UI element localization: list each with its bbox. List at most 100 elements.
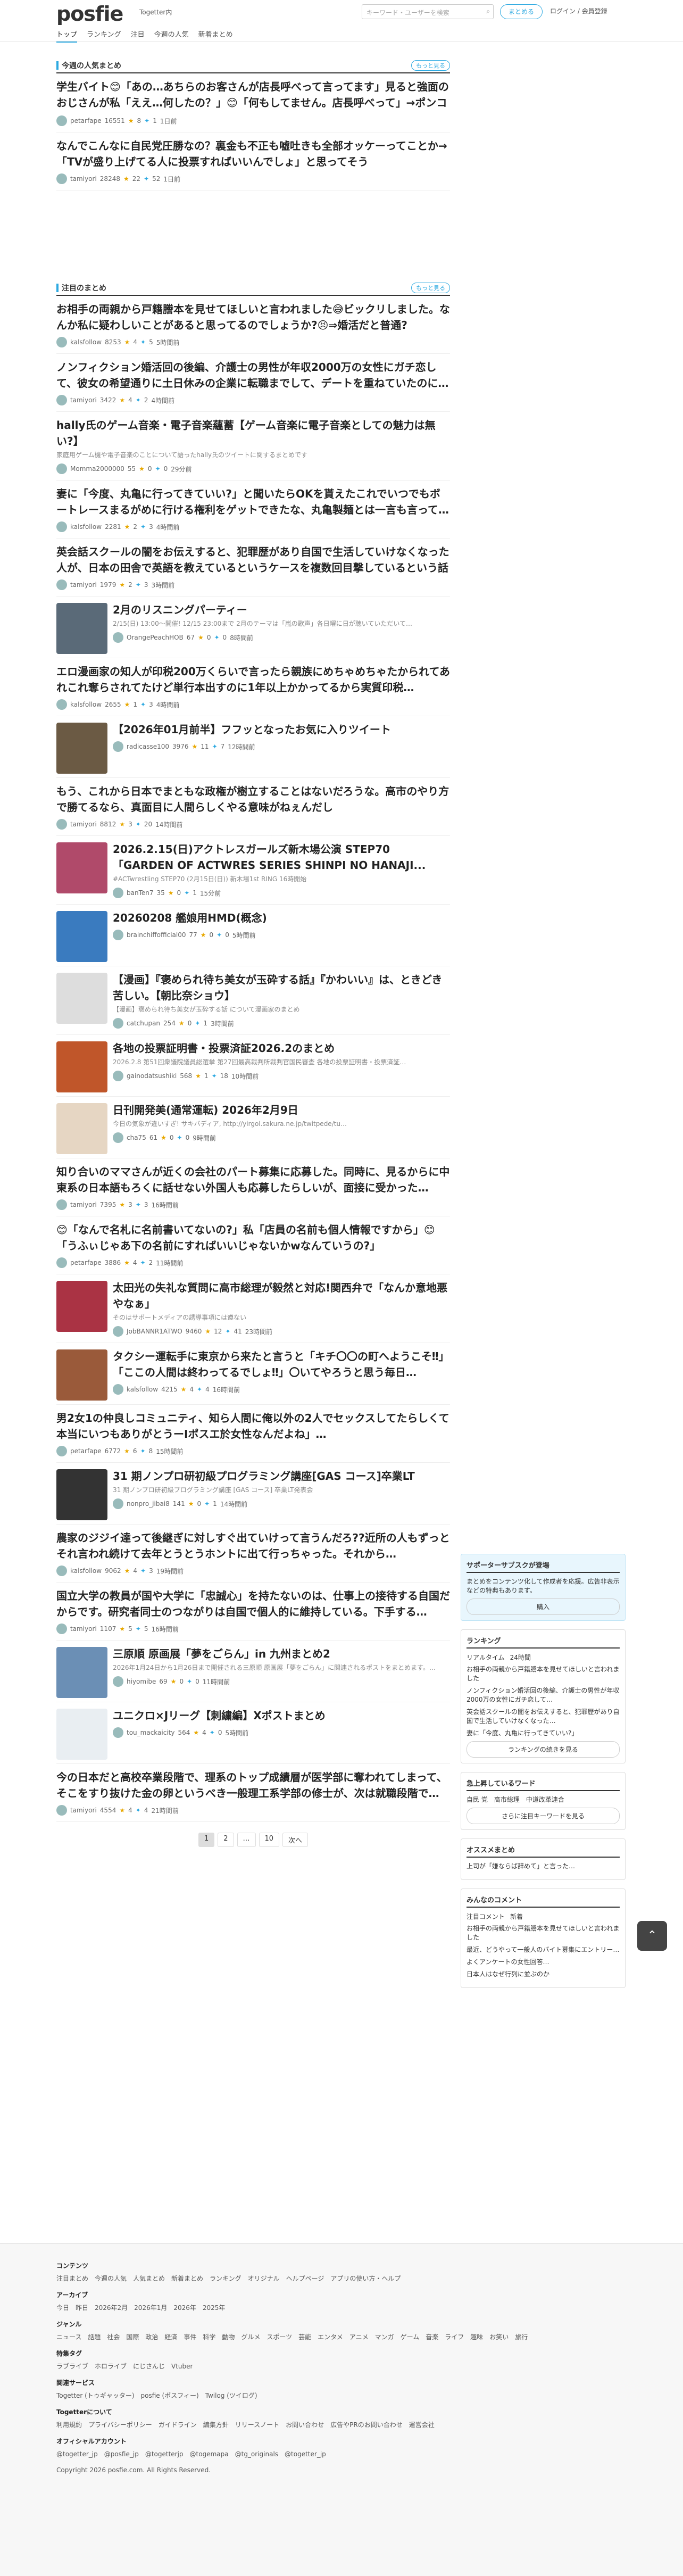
user-name[interactable]: Momma2000000: [70, 465, 124, 473]
matome-title[interactable]: 農家のジジイ達って後継ぎに対しすぐ出ていけって言うんだろ??近所の人もずっとそれ…: [56, 1530, 450, 1562]
avatar[interactable]: [56, 173, 67, 184]
ranking-item[interactable]: 妻に「今度、丸亀に行ってきていい?」: [467, 1729, 620, 1738]
matome-title[interactable]: もう、これから日本でまともな政権が樹立することはないだろうな。高市のやり方で勝て…: [56, 783, 450, 815]
list-item[interactable]: 【2026年01月前半】フフッとなったお気に入りツイート radicasse100…: [56, 716, 450, 778]
matome-title[interactable]: お相手の両親から戸籍謄本を見せてほしいと言われました😅ビックリしました。なんか私…: [56, 301, 450, 333]
avatar[interactable]: [113, 1727, 123, 1738]
footer-about-links[interactable]: 利用規約 プライバシーポリシー ガイドライン 編集方針 リリースノート お問い合…: [56, 2420, 627, 2430]
user-name[interactable]: kalsfollow: [70, 338, 102, 346]
comment-tab-featured[interactable]: 注目コメント: [467, 1912, 505, 1921]
ranking-tab-realtime[interactable]: リアルタイム: [467, 1653, 505, 1662]
matome-title[interactable]: 知り合いのママさんが近くの会社のパート募集に応募した。同時に、見るからに中東系の…: [56, 1164, 450, 1196]
matome-title[interactable]: ユニクロ×Jリーグ【刺繍編】Xポストまとめ: [113, 1708, 450, 1724]
list-item[interactable]: 三原順 原画展「夢をごらん」in 九州まとめ2 2026年1月24日から1月26日…: [56, 1641, 450, 1702]
user-name[interactable]: catchupan: [127, 1020, 160, 1027]
page-link[interactable]: 2: [218, 1833, 234, 1847]
avatar[interactable]: [113, 1071, 123, 1081]
user-name[interactable]: petarfape: [70, 117, 102, 125]
list-item[interactable]: 😊「なんで名札に名前書いてないの?」私「店員の名前も個人情報ですから」😊「うふぃ…: [56, 1216, 450, 1274]
user-name[interactable]: petarfape: [70, 1259, 102, 1266]
matome-thumbnail[interactable]: [56, 1709, 107, 1760]
matome-title[interactable]: 20260208 艦娘用HMD(概念): [113, 910, 450, 926]
avatar[interactable]: [56, 579, 67, 590]
avatar[interactable]: [113, 1326, 123, 1337]
list-item[interactable]: hally氏のゲーム音楽・電子音楽蘊蓄【ゲーム音楽に電子音楽としての魅力は無い?…: [56, 412, 450, 481]
avatar[interactable]: [113, 888, 123, 898]
avatar[interactable]: [56, 699, 67, 710]
matome-thumbnail[interactable]: [56, 911, 107, 962]
user-name[interactable]: JobBANNR1ATWO: [127, 1328, 182, 1335]
matome-title[interactable]: 【2026年01月前半】フフッとなったお気に入りツイート: [113, 722, 450, 738]
comment-item[interactable]: 最近、どうやって一般人のバイト募集にエントリー…: [467, 1945, 620, 1954]
comment-item[interactable]: 日本人はなぜ行列に並ぶのか: [467, 1970, 620, 1979]
user-name[interactable]: hiyomibe: [127, 1678, 156, 1685]
list-item[interactable]: タクシー運転手に東京から来たと言うと「キチ〇〇の町へようこそ‼」「ここの人間は終…: [56, 1343, 450, 1405]
matome-title[interactable]: エロ漫画家の知人が印税200万くらいで言ったら親族にめちゃめちゃたかられてあれこ…: [56, 664, 450, 695]
user-name[interactable]: brainchiffofficial00: [127, 931, 186, 939]
more-link[interactable]: もっと見る: [411, 60, 450, 71]
matome-title[interactable]: 日刊開発美(通常運転) 2026年2月9日: [113, 1102, 450, 1118]
matome-title[interactable]: 今の日本だと高校卒業段階で、理系のトップ成績層が医学部に奪われてしまって、そこを…: [56, 1769, 450, 1801]
matome-title[interactable]: 三原順 原画展「夢をごらん」in 九州まとめ2: [113, 1646, 450, 1662]
more-link[interactable]: もっと見る: [411, 283, 450, 293]
avatar[interactable]: [113, 1018, 123, 1029]
page-link[interactable]: 10: [259, 1833, 280, 1847]
matome-thumbnail[interactable]: [56, 1647, 107, 1698]
posfie-logo[interactable]: posfie: [56, 2, 123, 26]
user-name[interactable]: tamiyori: [70, 821, 97, 828]
avatar[interactable]: [56, 1199, 67, 1210]
comment-item[interactable]: よくアンケートの女性回答…: [467, 1958, 620, 1967]
matome-title[interactable]: 各地の投票証明書・投票済証2026.2のまとめ: [113, 1040, 450, 1056]
ranking-item[interactable]: ノンフィクション婚活回の後編、介護士の男性が年収2000万の女性にガチ恋して…: [467, 1686, 620, 1704]
user-name[interactable]: tamiyori: [70, 581, 97, 589]
avatar[interactable]: [56, 521, 67, 532]
list-item[interactable]: 【漫画】『褒められ待ち美女が玉砕する話』『かわいい』は、ときどき苦しい。【朝比奈…: [56, 966, 450, 1035]
page-link[interactable]: 1: [198, 1833, 215, 1847]
keyword-chip[interactable]: 自民 党: [467, 1796, 488, 1803]
comment-tab-new[interactable]: 新着: [510, 1912, 523, 1921]
user-name[interactable]: tamiyori: [70, 1201, 97, 1208]
matome-thumbnail[interactable]: [56, 1349, 107, 1401]
list-item[interactable]: 日刊開発美(通常運転) 2026年2月9日 今日の気象が違いすぎ! サキバディア,…: [56, 1097, 450, 1158]
make-matome-button[interactable]: まとめる: [500, 4, 543, 19]
footer-content-links[interactable]: 注目まとめ 今週の人気 人気まとめ 新着まとめ ランキング オリジナル ヘルプペ…: [56, 2273, 627, 2284]
supporter-buy-button[interactable]: 購入: [467, 1598, 620, 1615]
user-name[interactable]: tamiyori: [70, 1625, 97, 1633]
list-item[interactable]: 男2女1の仲良しコミュニティ、知ら人間に俺以外の2人でセックスしてたらしくて本当…: [56, 1405, 450, 1463]
keyword-more-button[interactable]: さらに注目キーワードを見る: [467, 1808, 620, 1824]
avatar[interactable]: [113, 1498, 123, 1509]
pick-item[interactable]: 上司が「嫌ならば辞めて」と言った…: [467, 1862, 620, 1871]
list-item[interactable]: 各地の投票証明書・投票済証2026.2のまとめ 2026.2.8 第51回衆議院議…: [56, 1035, 450, 1097]
list-item[interactable]: もう、これから日本でまともな政権が樹立することはないだろうな。高市のやり方で勝て…: [56, 778, 450, 836]
avatar[interactable]: [113, 1676, 123, 1687]
matome-thumbnail[interactable]: [56, 723, 107, 774]
matome-title[interactable]: 31 期ノンプロ研初級プログラミング講座[GAS コース]卒業LT: [113, 1468, 450, 1484]
user-name[interactable]: tou_mackaicity: [127, 1729, 174, 1736]
matome-title[interactable]: 男2女1の仲良しコミュニティ、知ら人間に俺以外の2人でセックスしてたらしくて本当…: [56, 1410, 450, 1442]
matome-title[interactable]: 【漫画】『褒められ待ち美女が玉砕する話』『かわいい』は、ときどき苦しい。【朝比奈…: [113, 972, 450, 1004]
user-name[interactable]: gainodatsushiki: [127, 1072, 177, 1080]
user-name[interactable]: kalsfollow: [70, 701, 102, 708]
avatar[interactable]: [56, 463, 67, 474]
matome-thumbnail[interactable]: [56, 973, 107, 1024]
scroll-top-button[interactable]: ⌃: [637, 1921, 667, 1951]
page-link[interactable]: 次へ: [282, 1833, 309, 1847]
matome-thumbnail[interactable]: [56, 1041, 107, 1092]
user-name[interactable]: cha75: [127, 1134, 146, 1141]
avatar[interactable]: [113, 1384, 123, 1395]
matome-title[interactable]: 英会話スクールの闇をお伝えすると、犯罪歴があり自国で生活していけなくなった人が、…: [56, 544, 450, 576]
avatar[interactable]: [56, 1805, 67, 1816]
user-name[interactable]: kalsfollow: [70, 1567, 102, 1575]
avatar[interactable]: [56, 1566, 67, 1576]
matome-title[interactable]: 2月のリスニングパーティー: [113, 602, 450, 618]
matome-thumbnail[interactable]: [56, 1103, 107, 1154]
ranking-more-button[interactable]: ランキングの続きを見る: [467, 1741, 620, 1758]
matome-title[interactable]: 太田光の失礼な質問に高市総理が毅然と対応!関西弁で「なんか意地悪やなぁ」: [113, 1280, 450, 1312]
avatar[interactable]: [113, 741, 123, 752]
matome-title[interactable]: 2026.2.15(日)アクトレスガールズ新木場公演 STEP70「GARDEN…: [113, 841, 450, 873]
matome-thumbnail[interactable]: [56, 603, 107, 654]
matome-title[interactable]: なんでこんなに自民党圧勝なの？裏金も不正も嘘吐きも全部オッケーってことか→「TV…: [56, 138, 450, 170]
nav-new[interactable]: 新着まとめ: [198, 29, 233, 43]
user-name[interactable]: tamiyori: [70, 396, 97, 404]
ranking-item[interactable]: 英会話スクールの闇をお伝えすると、犯罪歴があり自国で生活していけなくなった…: [467, 1708, 620, 1726]
